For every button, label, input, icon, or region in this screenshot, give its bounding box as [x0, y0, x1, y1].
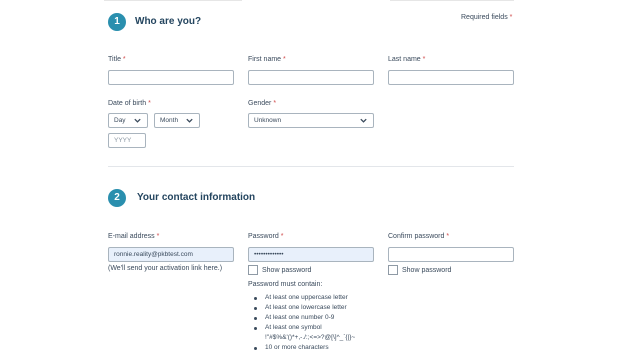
show-confirm-password-checkbox[interactable]	[388, 265, 398, 275]
password-label: Password *	[248, 233, 283, 240]
step-2-badge: 2	[108, 189, 126, 207]
confirm-password-field[interactable]	[388, 247, 514, 262]
chevron-down-icon	[186, 118, 193, 123]
gender-label-text: Gender	[248, 100, 272, 107]
required-star: *	[422, 56, 426, 63]
top-edge-line	[390, 0, 514, 1]
required-star: *	[273, 100, 277, 107]
email-hint: (We'll send your activation link here.)	[108, 265, 223, 272]
email-field-value: ronnie.reality@pkbtest.com	[114, 251, 193, 258]
chevron-down-icon	[134, 118, 141, 123]
required-star: *	[283, 56, 286, 63]
section-1-title: Who are you?	[135, 16, 202, 27]
section-2-title: Your contact information	[137, 192, 256, 203]
required-star: *	[446, 233, 450, 240]
last-name-label: Last name *	[388, 56, 425, 63]
step-1-badge: 1	[108, 13, 126, 31]
first-name-label: First name *	[248, 56, 286, 63]
password-rule-item: At least one uppercase letter	[248, 293, 355, 303]
dob-label: Date of birth *	[108, 100, 151, 107]
first-name-field[interactable]	[248, 70, 374, 85]
confirm-password-label: Confirm password *	[388, 233, 449, 240]
password-rule-item: 10 or more characters	[248, 343, 355, 353]
dob-label-text: Date of birth	[108, 100, 147, 107]
month-select-value: Month	[160, 117, 179, 124]
required-fields-text: Required fields	[461, 14, 508, 21]
password-rule-item: At least one symbol	[248, 323, 355, 333]
top-edge-line	[104, 0, 242, 1]
email-label-text: E-mail address	[108, 233, 155, 240]
show-confirm-password-label[interactable]: Show password	[402, 267, 451, 274]
password-rule-item: At least one number 0-9	[248, 313, 355, 323]
required-star: *	[509, 14, 513, 21]
password-label-text: Password	[248, 233, 279, 240]
year-field[interactable]: YYYY	[108, 133, 146, 148]
gender-label: Gender *	[248, 100, 276, 107]
password-rules-heading: Password must contain:	[248, 281, 323, 288]
title-label-text: Title	[108, 56, 121, 63]
password-field[interactable]: •••••••••••••	[248, 247, 374, 262]
first-name-label-text: First name	[248, 56, 282, 63]
required-star: *	[156, 233, 160, 240]
required-fields-note: Required fields *	[461, 14, 512, 21]
gender-select-value: Unknown	[254, 117, 282, 124]
chevron-down-icon	[360, 118, 367, 123]
confirm-password-label-text: Confirm password	[388, 233, 445, 240]
last-name-label-text: Last name	[388, 56, 421, 63]
day-select-value: Day	[114, 117, 126, 124]
title-label: Title *	[108, 56, 126, 63]
required-star: *	[148, 100, 151, 107]
required-star: *	[280, 233, 284, 240]
email-label: E-mail address *	[108, 233, 159, 240]
year-placeholder: YYYY	[114, 137, 132, 144]
show-password-checkbox[interactable]	[248, 265, 258, 275]
title-field[interactable]	[108, 70, 234, 85]
password-rules-list: At least one uppercase letter At least o…	[248, 293, 355, 353]
last-name-field[interactable]	[388, 70, 514, 85]
day-select[interactable]: Day	[108, 113, 148, 128]
password-rule-symbols: !"#$%&'()*+,-./:;<=>?@[\]^_`{|}~	[265, 334, 356, 341]
required-star: *	[122, 56, 126, 63]
email-field[interactable]: ronnie.reality@pkbtest.com	[108, 247, 234, 262]
show-password-label[interactable]: Show password	[262, 267, 311, 274]
section-divider	[108, 166, 514, 167]
password-field-value: •••••••••••••	[254, 251, 284, 258]
password-rule-item: At least one lowercase letter	[248, 303, 355, 313]
month-select[interactable]: Month	[154, 113, 200, 128]
gender-select[interactable]: Unknown	[248, 113, 374, 128]
